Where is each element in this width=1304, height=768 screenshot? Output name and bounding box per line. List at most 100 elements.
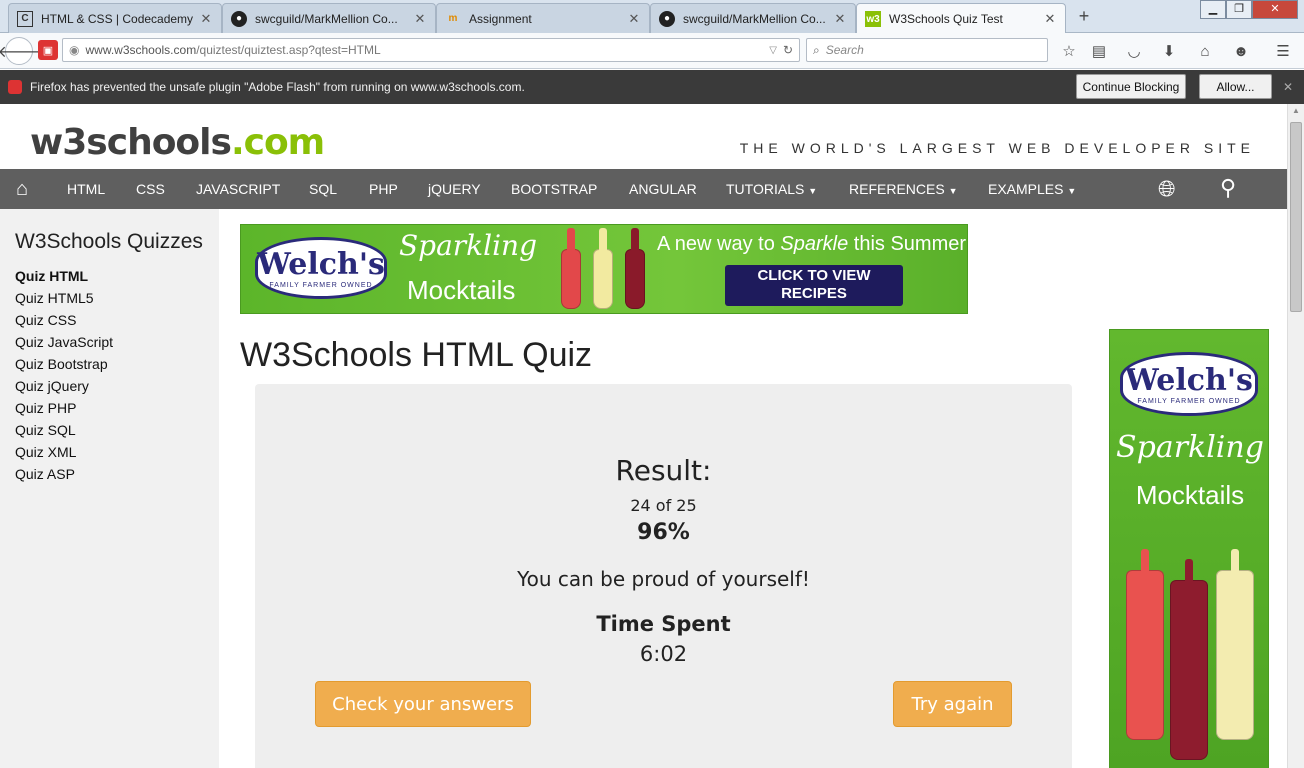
tab-strip: C HTML & CSS | Codecademy ✕ ● swcguild/M… [0,0,1304,34]
nav-angular[interactable]: ANGULAR [629,181,697,197]
codecademy-icon: C [17,10,33,27]
percent-text: 96% [637,520,690,545]
tab-title: swcguild/MarkMellion Co... [683,11,826,26]
view-recipes-button[interactable]: CLICK TO VIEW RECIPES [725,265,903,306]
tab-title: HTML & CSS | Codecademy [41,11,194,26]
restore-button[interactable]: ❐ [1226,0,1252,19]
continue-blocking-button[interactable]: Continue Blocking [1076,74,1186,99]
site-tagline: THE WORLD'S LARGEST WEB DEVELOPER SITE [739,140,1255,156]
close-tab-icon[interactable]: ✕ [413,11,427,27]
page-content: w3schools.com THE WORLD'S LARGEST WEB DE… [0,104,1287,768]
sidebar-item-quiz-html[interactable]: Quiz HTML [15,268,88,284]
tab-github-1[interactable]: ● swcguild/MarkMellion Co... ✕ [222,3,436,33]
cta-line1: CLICK TO VIEW [757,267,871,284]
sidebar-item-quiz-xml[interactable]: Quiz XML [15,444,76,460]
check-answers-button[interactable]: Check your answers [315,681,531,727]
close-tab-icon[interactable]: ✕ [1043,11,1057,27]
menu-icon[interactable]: ☰ [1272,40,1294,62]
tab-codecademy[interactable]: C HTML & CSS | Codecademy ✕ [8,3,222,33]
scrollbar-thumb[interactable] [1290,122,1302,312]
sidebar-item-quiz-bootstrap[interactable]: Quiz Bootstrap [15,356,108,372]
cta-line2: RECIPES [781,285,847,302]
tab-title: W3Schools Quiz Test [889,12,1003,26]
nav-examples[interactable]: EXAMPLES ▼ [988,181,1076,197]
nav-html[interactable]: HTML [67,181,105,197]
plugin-blocked-icon[interactable]: ▣ [38,40,58,60]
bookmarks-menu-icon[interactable]: ▤ [1088,40,1110,62]
banner-ad[interactable]: Welch's FAMILY FARMER OWNED Sparkling Mo… [240,224,968,314]
sidebar-item-quiz-css[interactable]: Quiz CSS [15,312,76,328]
globe-icon[interactable]: 🌐︎ [1158,176,1176,202]
plugin-warning-icon [8,80,22,94]
search-icon[interactable]: ⚲ [1220,175,1236,201]
brand-sub: FAMILY FARMER OWNED [1137,398,1241,405]
new-tab-button[interactable]: + [1074,6,1094,26]
tab-w3schools[interactable]: w3 W3Schools Quiz Test ✕ [856,3,1066,34]
nav-references-label: REFERENCES [849,181,945,197]
result-panel: Result: 24 of 25 96% You can be proud of… [255,384,1072,768]
nav-tutorials[interactable]: TUTORIALS ▼ [726,181,817,197]
dropdown-icon[interactable]: ▽ [769,45,777,56]
sidebar-item-quiz-jquery[interactable]: Quiz jQuery [15,378,89,394]
sidebar-item-quiz-php[interactable]: Quiz PHP [15,400,76,416]
nav-javascript[interactable]: JAVASCRIPT [196,181,280,197]
brand-sub: FAMILY FARMER OWNED [269,282,373,289]
reload-icon[interactable]: ↻ [783,43,793,57]
chat-icon[interactable]: ☻ [1230,40,1252,62]
allow-button[interactable]: Allow... [1199,74,1272,99]
moodle-icon: m [448,13,458,24]
close-notification-icon[interactable]: ✕ [1283,80,1293,94]
close-tab-icon[interactable]: ✕ [627,11,641,27]
bottle-image [625,228,645,309]
tab-github-2[interactable]: ● swcguild/MarkMellion Co... ✕ [650,3,856,33]
close-tab-icon[interactable]: ✕ [199,11,213,27]
welchs-logo: Welch's FAMILY FARMER OWNED [1120,352,1258,416]
nav-css[interactable]: CSS [136,181,165,197]
headline-em: Sparkle [780,233,849,255]
search-box[interactable]: ⌕ Search [806,38,1048,62]
page-title: W3Schools HTML Quiz [240,336,593,374]
nav-examples-label: EXAMPLES [988,181,1064,197]
quiz-sidebar: W3Schools Quizzes Quiz HTML Quiz HTML5 Q… [0,209,219,768]
close-window-button[interactable]: ✕ [1252,0,1298,19]
page-scrollbar[interactable]: ▲ [1287,104,1304,768]
headline-pre: A new way to [657,233,781,255]
navigation-toolbar: 🡐 ▣ ◉ www.w3schools.com/quiztest/quiztes… [0,33,1304,69]
nav-jquery[interactable]: jQUERY [428,181,481,197]
try-again-button[interactable]: Try again [893,681,1012,727]
pocket-icon[interactable]: ◡ [1123,40,1145,62]
close-tab-icon[interactable]: ✕ [833,11,847,27]
logo-suffix: .com [230,122,325,163]
result-message: You can be proud of yourself! [517,567,810,591]
sidebar-item-quiz-javascript[interactable]: Quiz JavaScript [15,334,113,350]
nav-references[interactable]: REFERENCES ▼ [849,181,958,197]
sidebar-item-quiz-sql[interactable]: Quiz SQL [15,422,76,438]
bookmark-star-icon[interactable]: ☆ [1058,40,1080,62]
globe-icon: ◉ [69,43,80,57]
w3schools-icon: w3 [865,11,881,27]
home-icon[interactable]: ⌂ [16,178,28,201]
url-bar[interactable]: ◉ www.w3schools.com/quiztest/quiztest.as… [62,38,800,62]
minimize-button[interactable]: ▁ [1200,0,1226,19]
sidebar-item-quiz-asp[interactable]: Quiz ASP [15,466,75,482]
side-ad[interactable]: Welch's FAMILY FARMER OWNED Sparkling Mo… [1109,329,1269,768]
top-navigation: ⌂ HTML CSS JAVASCRIPT SQL PHP jQUERY BOO… [0,169,1287,209]
nav-bootstrap[interactable]: BOOTSTRAP [511,181,597,197]
nav-sql[interactable]: SQL [309,181,337,197]
caret-down-icon: ▼ [948,186,958,196]
arrow-left-icon: 🡐 [0,43,41,61]
scroll-up-icon[interactable]: ▲ [1291,106,1301,116]
download-icon[interactable]: ⬇ [1158,40,1180,62]
site-logo[interactable]: w3schools.com [30,122,325,163]
nav-php[interactable]: PHP [369,181,398,197]
plugin-notification-bar: Firefox has prevented the unsafe plugin … [0,70,1304,104]
banner-headline: A new way to Sparkle this Summer [657,233,966,256]
home-icon[interactable]: ⌂ [1194,40,1216,62]
sidebar-item-quiz-html5[interactable]: Quiz HTML5 [15,290,94,306]
brand-name: Welch's [1125,363,1253,398]
bottle-image [593,228,613,309]
github-icon: ● [231,10,247,27]
bottle-image [1216,549,1254,740]
back-button[interactable]: 🡐 [0,37,40,65]
tab-assignment[interactable]: m Assignment ✕ [436,3,650,33]
